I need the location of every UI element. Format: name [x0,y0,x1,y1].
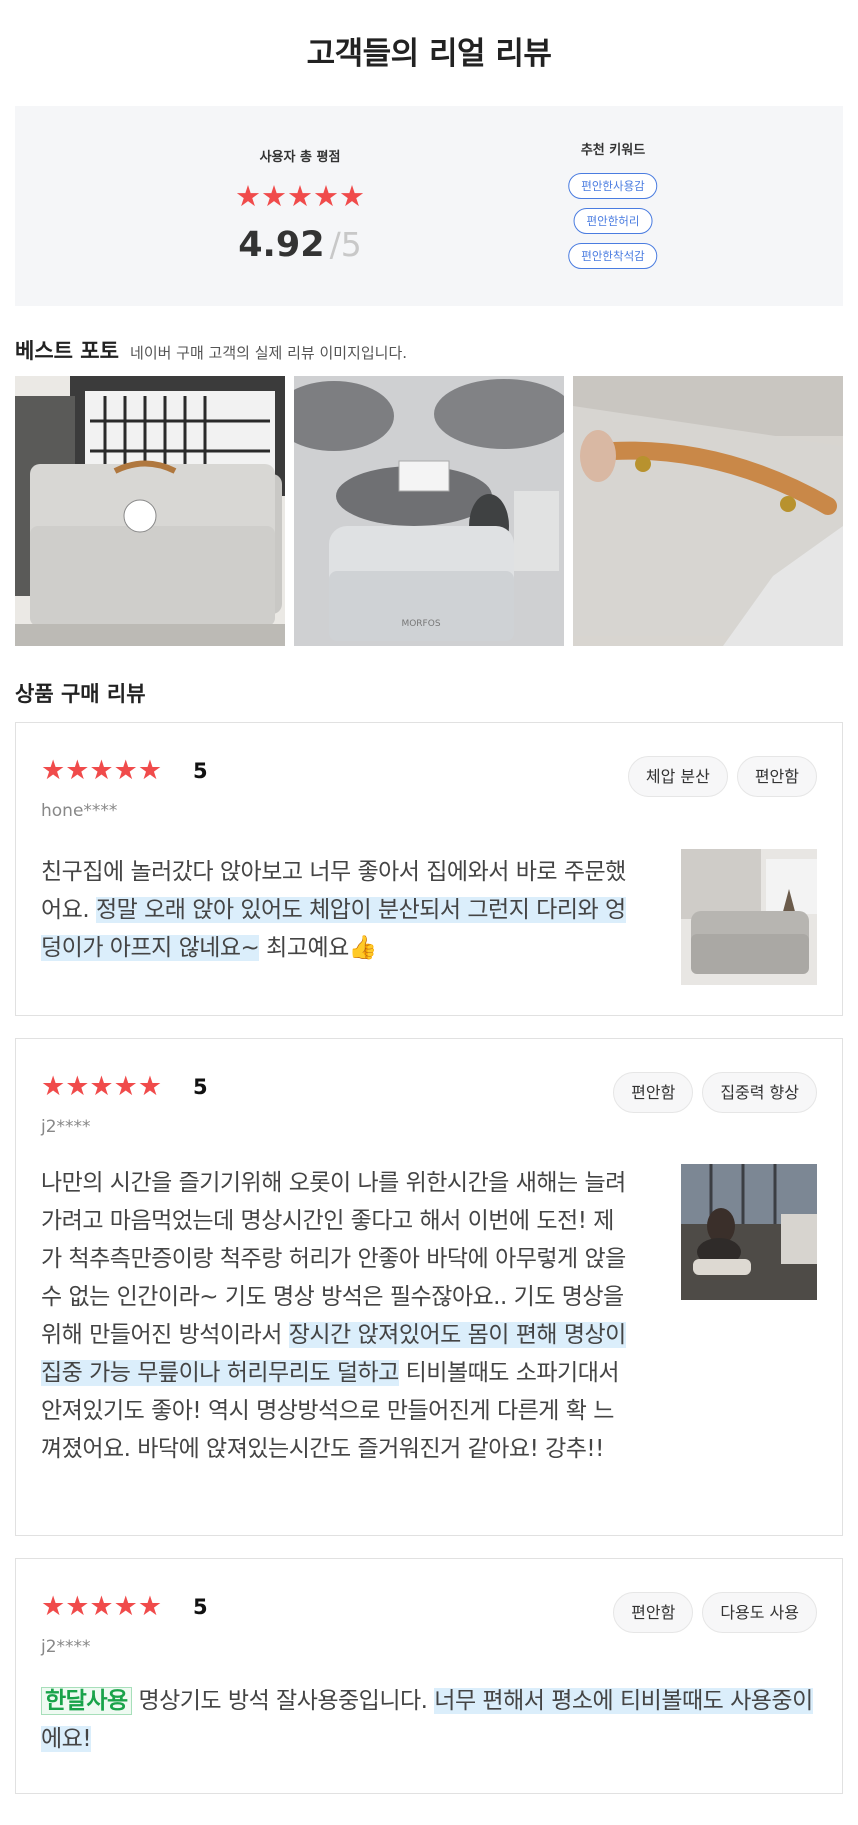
review-tag: 다용도 사용 [702,1592,817,1633]
best-photo-1[interactable] [15,376,285,646]
review-score: 5 [193,1075,208,1099]
best-photo-header: 베스트 포토 네이버 구매 고객의 실제 리뷰 이미지입니다. [15,335,407,365]
review-card: ★★★★★ 5 hone**** 체압 분산 편안함 친구집에 놀러갔다 앉아보… [15,722,843,1016]
cushion-handle-photo-image [573,376,843,646]
cushion-photo-image [15,376,285,646]
cushion-set-photo-image: MORFOS [294,376,564,646]
review-stars-icon: ★★★★★ [41,1591,163,1622]
review-text: 한달사용 명상기도 방석 잘사용중입니다. 너무 편해서 평소에 티비볼때도 사… [41,1682,821,1758]
keyword-chip[interactable]: 편안한사용감 [568,173,658,199]
keywords-title: 추천 키워드 [580,143,646,158]
review-photo-image [681,849,817,985]
rating-score-sep: / [329,225,341,264]
page-title: 고객들의 리얼 리뷰 [306,36,552,72]
review-username: hone**** [41,801,118,821]
usage-period-badge: 한달사용 [41,1687,132,1715]
best-photo-3[interactable] [573,376,843,646]
keyword-chip[interactable]: 편안한착석감 [568,243,658,269]
review-text: 나만의 시간을 즐기기위해 오롯이 나를 위한시간을 새해는 늘려가려고 마음먹… [41,1164,626,1468]
review-username: j2**** [41,1117,91,1137]
product-reviews-title: 상품 구매 리뷰 [15,682,146,706]
review-text-part: 최고예요👍 [259,935,377,961]
review-stars-icon: ★★★★★ [41,755,163,786]
best-photo-title: 베스트 포토 [15,339,119,363]
rating-summary-panel: 사용자 총 평점 ★★★★★ 4.92 /5 추천 키워드 편안한사용감 편안한… [15,106,843,306]
review-score: 5 [193,759,208,783]
review-tag: 편안함 [736,756,817,797]
review-card: ★★★★★ 5 j2**** 편안함 집중력 향상 나만의 시간을 즐기기위해 … [15,1038,843,1536]
review-card: ★★★★★ 5 j2**** 편안함 다용도 사용 한달사용 명상기도 방석 잘… [15,1558,843,1794]
review-photo-thumbnail[interactable] [681,849,817,985]
review-tag: 편안함 [613,1072,694,1113]
review-text: 친구집에 놀러갔다 앉아보고 너무 좋아서 집에와서 바로 주문했어요. 정말 … [41,853,626,967]
review-tag: 집중력 향상 [702,1072,817,1113]
review-stars-icon: ★★★★★ [41,1071,163,1102]
review-tags: 편안함 집중력 향상 [613,1072,817,1113]
review-photo-thumbnail[interactable] [681,1164,817,1300]
rating-stars-icon: ★★★★★ [235,179,365,213]
keyword-chip[interactable]: 편안한허리 [573,208,653,234]
rating-score: 4.92 /5 [185,228,415,263]
review-text-part: 명상기도 방석 잘사용중입니다. [131,1688,435,1714]
review-username: j2**** [41,1637,91,1657]
review-tags: 편안함 다용도 사용 [613,1592,817,1633]
photo-brand-text: MORFOS [401,619,440,629]
rating-score-max: 5 [340,225,362,264]
best-photo-2[interactable]: MORFOS [294,376,564,646]
rating-label: 사용자 총 평점 [259,150,341,165]
review-tag: 편안함 [613,1592,694,1633]
review-score: 5 [193,1595,208,1619]
review-tags: 체압 분산 편안함 [627,756,817,797]
review-photo-image [681,1164,817,1300]
best-photo-subtitle: 네이버 구매 고객의 실제 리뷰 이미지입니다. [130,344,408,362]
rating-score-value: 4.92 [238,225,325,265]
review-tag: 체압 분산 [627,756,728,797]
